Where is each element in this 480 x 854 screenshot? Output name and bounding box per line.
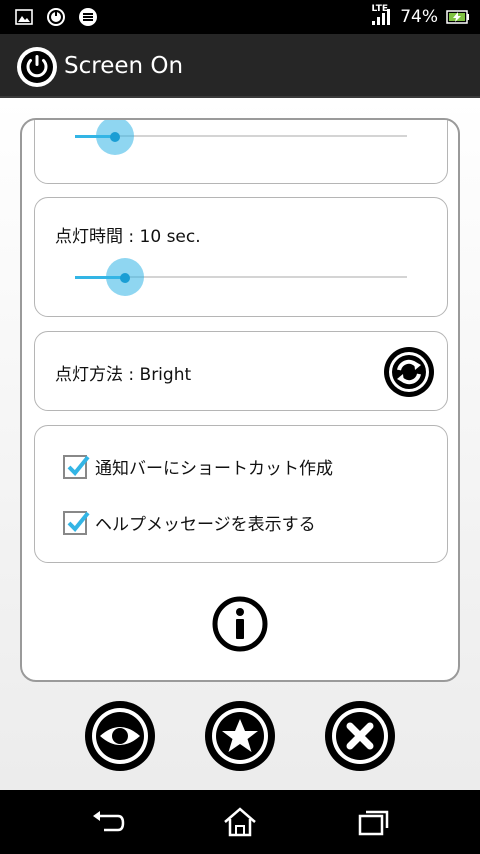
checkmark-icon (67, 511, 90, 532)
home-icon[interactable] (222, 806, 258, 838)
signal-icon (372, 9, 391, 25)
eye-icon[interactable] (84, 700, 156, 772)
sync-notify-icon (79, 8, 97, 26)
slider-card-top (34, 120, 448, 184)
help-checkbox[interactable] (63, 510, 90, 535)
refresh-icon[interactable] (383, 346, 435, 398)
navigation-bar (0, 790, 480, 854)
action-bar: Screen On (0, 34, 480, 98)
shortcut-checkbox-label: 通知バーにショートカット作成 (95, 459, 333, 479)
content-area: 点灯時間 : 10 sec. 点灯方法 : Bright 通知バーにショートカッ… (0, 98, 480, 790)
battery-percent: 74% (400, 7, 438, 27)
light-method-label: 点灯方法 : Bright (55, 365, 192, 385)
settings-panel: 点灯時間 : 10 sec. 点灯方法 : Bright 通知バーにショートカッ… (20, 118, 460, 682)
shortcut-checkbox-row[interactable]: 通知バーにショートカット作成 (63, 454, 333, 479)
help-checkbox-label: ヘルプメッセージを表示する (95, 515, 316, 535)
light-duration-card: 点灯時間 : 10 sec. (34, 197, 448, 317)
app-title: Screen On (64, 53, 184, 79)
screen-on-notify-icon (47, 8, 65, 26)
info-icon[interactable] (212, 596, 268, 652)
light-duration-label: 点灯時間 : 10 sec. (55, 227, 201, 247)
gallery-icon (15, 9, 33, 25)
light-duration-slider[interactable] (75, 258, 407, 296)
recent-apps-icon[interactable] (356, 806, 392, 838)
slider-track-top[interactable] (75, 120, 407, 155)
star-icon[interactable] (204, 700, 276, 772)
status-bar: LTE 74% (0, 0, 480, 34)
help-checkbox-row[interactable]: ヘルプメッセージを表示する (63, 510, 316, 535)
light-duration-thumb[interactable] (119, 273, 130, 283)
checkmark-icon (67, 455, 90, 476)
shortcut-checkbox[interactable] (63, 454, 90, 479)
back-icon[interactable] (90, 806, 126, 838)
battery-charging-icon (446, 10, 469, 24)
slider-thumb-top[interactable] (109, 132, 120, 142)
app-power-icon[interactable] (16, 46, 58, 88)
options-card: 通知バーにショートカット作成 ヘルプメッセージを表示する (34, 425, 448, 563)
light-method-card: 点灯方法 : Bright (34, 331, 448, 411)
close-icon[interactable] (324, 700, 396, 772)
